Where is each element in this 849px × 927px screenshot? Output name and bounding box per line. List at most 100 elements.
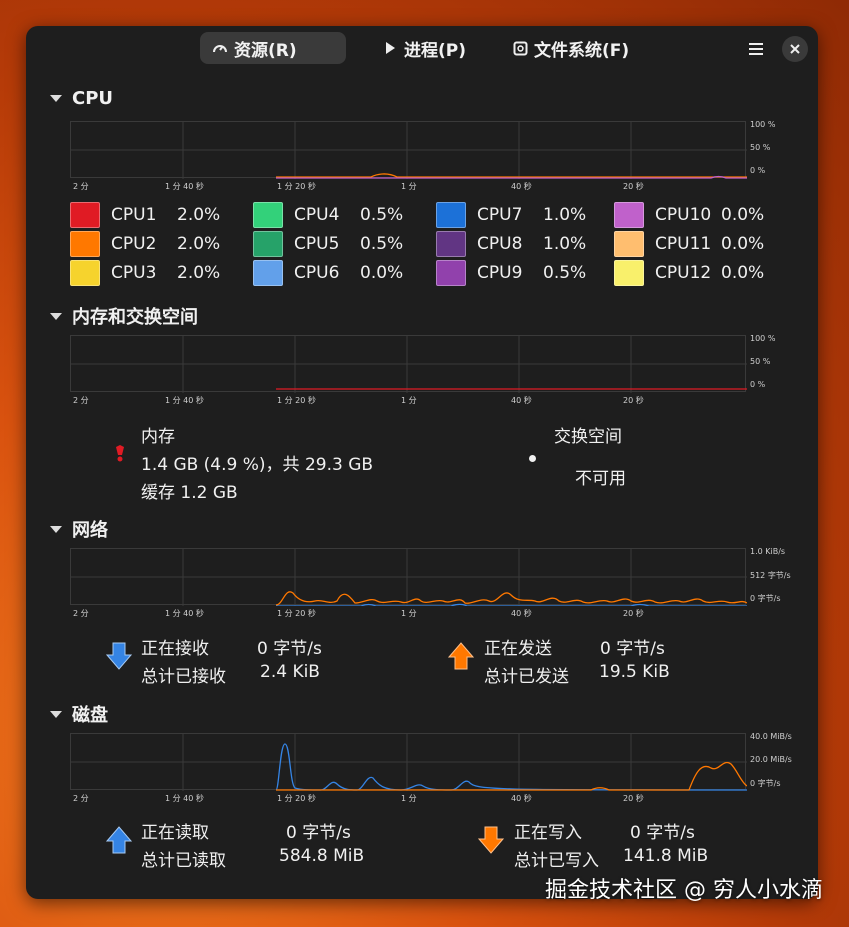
time-axis-label: 1 分 20 秒 <box>277 794 316 803</box>
disk-write-label: 正在写入 <box>514 823 582 843</box>
network-send-line <box>275 591 747 606</box>
memory-section-header[interactable]: 内存和交换空间 <box>50 303 198 329</box>
tab-resources-label: 资源(R) <box>234 40 297 61</box>
cpu-legend-item[interactable]: CPU11 0.0% <box>614 231 764 257</box>
y-axis-tick-label: 0 字节/s <box>750 594 781 603</box>
cpu-legend-item[interactable]: CPU10 0.0% <box>614 202 764 228</box>
memory-usage: 1.4 GB (4.9 %)，共 29.3 GB <box>141 455 374 475</box>
cpu-color-swatch[interactable] <box>253 231 283 257</box>
disk-icon <box>512 40 528 56</box>
play-icon <box>382 40 398 56</box>
cpu-usage-value: 0.0% <box>721 205 765 225</box>
cpu-legend-item[interactable]: CPU3 2.0% <box>70 260 220 286</box>
main-menu-button[interactable] <box>743 36 769 62</box>
cpu-section-header[interactable]: CPU <box>50 88 113 109</box>
disk-write-line <box>276 761 747 791</box>
tab-resources[interactable]: 资源(R) <box>200 32 346 64</box>
cpu-color-swatch[interactable] <box>436 260 466 286</box>
cpu-name: CPU12 <box>655 263 712 283</box>
cpu-color-swatch[interactable] <box>70 231 100 257</box>
graph-gridlines <box>71 549 747 606</box>
disk-write-arrow-icon <box>477 826 505 858</box>
cpu-legend-item[interactable]: CPU8 1.0% <box>436 231 586 257</box>
cpu-legend-item[interactable]: CPU6 0.0% <box>253 260 403 286</box>
cpu-legend-item[interactable]: CPU5 0.5% <box>253 231 403 257</box>
time-axis-label: 1 分 40 秒 <box>165 182 204 191</box>
time-axis-label: 40 秒 <box>511 182 532 191</box>
cpu-usage-value: 1.0% <box>543 234 587 254</box>
cpu-legend-item[interactable]: CPU1 2.0% <box>70 202 220 228</box>
cpu-legend-item[interactable]: CPU7 1.0% <box>436 202 586 228</box>
cpu-legend-item[interactable]: CPU9 0.5% <box>436 260 586 286</box>
time-axis-label: 2 分 <box>73 396 89 405</box>
disk-write-total-value: 141.8 MiB <box>623 846 709 866</box>
time-axis-label: 1 分 20 秒 <box>277 182 316 191</box>
cpu-color-swatch[interactable] <box>70 202 100 228</box>
tab-processes[interactable]: 进程(P) <box>370 32 480 64</box>
time-axis-label: 1 分 <box>401 794 417 803</box>
cpu-usage-value: 0.0% <box>721 234 765 254</box>
cpu-color-swatch[interactable] <box>614 202 644 228</box>
cpu-legend-item[interactable]: CPU4 0.5% <box>253 202 403 228</box>
cpu-usage-value: 2.0% <box>177 234 221 254</box>
memory-cache: 缓存 1.2 GB <box>141 483 238 503</box>
cpu-name: CPU10 <box>655 205 712 225</box>
cpu-color-swatch[interactable] <box>436 231 466 257</box>
system-monitor-window: 资源(R) 进程(P) 文件系统(F) CPU 2 分 1 分 40 秒 1 分 2… <box>26 26 818 899</box>
time-axis-label: 20 秒 <box>623 396 644 405</box>
tab-filesystems[interactable]: 文件系统(F) <box>500 32 650 64</box>
time-axis-labels: 2 分 1 分 40 秒 1 分 20 秒 1 分 40 秒 20 秒 <box>70 181 746 193</box>
close-icon <box>790 44 800 54</box>
cpu-name: CPU3 <box>111 263 157 283</box>
disk-section-header[interactable]: 磁盘 <box>50 701 108 727</box>
collapse-arrow-icon <box>50 95 62 102</box>
swap-value: 不可用 <box>575 469 626 489</box>
time-axis-label: 20 秒 <box>623 182 644 191</box>
disk-read-arrow-icon <box>105 826 133 858</box>
cpu-color-swatch[interactable] <box>70 260 100 286</box>
upload-arrow-icon <box>447 642 475 674</box>
cpu-name: CPU7 <box>477 205 523 225</box>
disk-read-total-value: 584.8 MiB <box>279 846 365 866</box>
cpu-name: CPU4 <box>294 205 340 225</box>
y-axis-tick-label: 512 字节/s <box>750 571 791 580</box>
cpu-legend-item[interactable]: CPU12 0.0% <box>614 260 764 286</box>
network-recv-label: 正在接收 <box>141 639 209 659</box>
cpu-color-swatch[interactable] <box>436 202 466 228</box>
time-axis-label: 40 秒 <box>511 794 532 803</box>
close-button[interactable] <box>782 36 808 62</box>
cpu-color-swatch[interactable] <box>253 202 283 228</box>
memory-pie-icon <box>114 444 126 468</box>
cpu-legend-item[interactable]: CPU2 2.0% <box>70 231 220 257</box>
graph-plot-area <box>70 121 747 179</box>
cpu-usage-value: 0.0% <box>360 263 404 283</box>
network-section-header[interactable]: 网络 <box>50 516 108 542</box>
disk-read-value: 0 字节/s <box>286 823 351 843</box>
disk-section-title: 磁盘 <box>72 705 108 726</box>
y-axis-tick-label: 50 % <box>750 143 771 152</box>
time-axis-label: 40 秒 <box>511 609 532 618</box>
time-axis-labels: 2 分 1 分 40 秒 1 分 20 秒 1 分 40 秒 20 秒 <box>70 395 746 407</box>
time-axis-label: 1 分 40 秒 <box>165 396 204 405</box>
collapse-arrow-icon <box>50 710 62 718</box>
cpu-usage-value: 2.0% <box>177 263 221 283</box>
y-axis-tick-label: 50 % <box>750 357 771 366</box>
disk-read-total-label: 总计已读取 <box>141 851 226 871</box>
graph-plot-area <box>70 733 747 791</box>
graph-plot-area <box>70 335 747 393</box>
time-axis-label: 40 秒 <box>511 396 532 405</box>
cpu-name: CPU11 <box>655 234 712 254</box>
cpu-color-swatch[interactable] <box>614 231 644 257</box>
cpu-color-swatch[interactable] <box>614 260 644 286</box>
network-send-total-value: 19.5 KiB <box>599 662 670 682</box>
network-recv-total-label: 总计已接收 <box>141 667 226 687</box>
disk-read-label: 正在读取 <box>141 823 209 843</box>
watermark: 掘金技术社区 @ 穷人小水滴 <box>545 878 823 903</box>
network-section-title: 网络 <box>72 520 108 541</box>
cpu-color-swatch[interactable] <box>253 260 283 286</box>
y-axis-tick-label: 20.0 MiB/s <box>750 755 792 764</box>
cpu-usage-value: 0.0% <box>721 263 765 283</box>
memory-label: 内存 <box>141 427 175 447</box>
hamburger-menu-icon <box>749 43 763 55</box>
time-axis-label: 2 分 <box>73 609 89 618</box>
